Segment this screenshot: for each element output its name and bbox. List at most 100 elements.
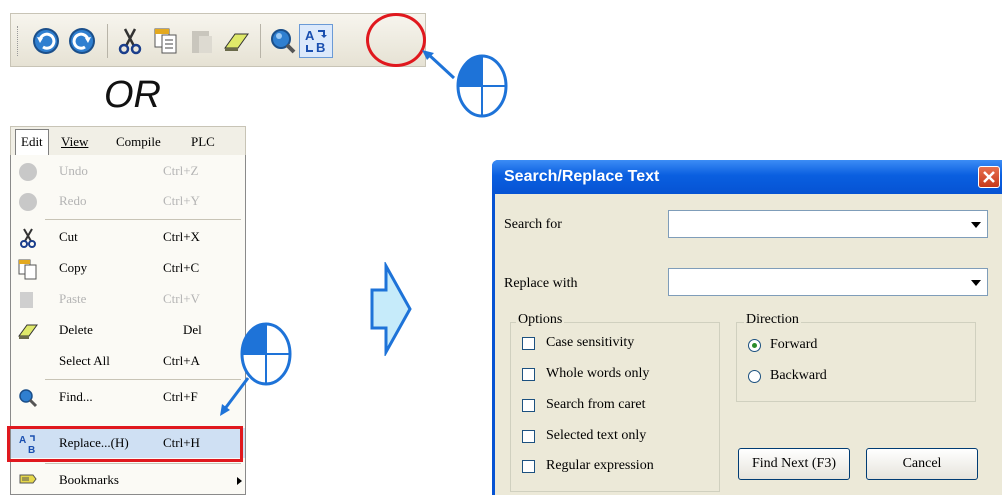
svg-text:B: B [316, 40, 325, 55]
replace-icon: AB [305, 28, 327, 55]
option-label: Search from caret [546, 397, 646, 412]
chevron-down-icon[interactable] [971, 222, 981, 228]
search-for-combobox[interactable] [668, 210, 988, 238]
menu-item-shortcut: Ctrl+A [163, 353, 200, 368]
checkbox[interactable] [522, 430, 535, 443]
bookmarks-icon [19, 474, 37, 484]
menu-item-shortcut: Ctrl+Y [163, 193, 200, 208]
paste-icon [192, 31, 212, 53]
radio-button[interactable] [748, 370, 761, 383]
chevron-down-icon[interactable] [971, 280, 981, 286]
menu-separator [45, 219, 241, 220]
cancel-button[interactable]: Cancel [866, 448, 978, 480]
paste-button[interactable] [185, 24, 219, 58]
checkbox[interactable] [522, 399, 535, 412]
toolbar: AB [10, 13, 426, 67]
menu-edit[interactable]: Edit [15, 129, 49, 156]
replace-with-combobox[interactable] [668, 268, 988, 296]
menu-item-shortcut: Ctrl+F [163, 389, 198, 404]
flow-arrow-icon [370, 262, 412, 356]
replace-highlight-box [7, 426, 243, 462]
checkbox[interactable] [522, 368, 535, 381]
cut-icon [20, 228, 36, 248]
submenu-arrow-icon [237, 477, 242, 485]
copy-button[interactable] [149, 24, 183, 58]
option-case-sensitivity[interactable]: Case sensitivity [522, 335, 712, 355]
menu-item-bookmarks[interactable]: Bookmarks [11, 465, 245, 495]
click-pointer-icon [220, 322, 292, 416]
option-search-from-caret[interactable]: Search from caret [522, 397, 712, 417]
options-group-label: Options [516, 312, 565, 328]
menu-item-shortcut: Ctrl+Z [163, 163, 199, 178]
option-label: Case sensitivity [546, 335, 635, 350]
direction-backward[interactable]: Backward [748, 368, 948, 388]
menu-item-redo[interactable]: Redo Ctrl+Y [11, 186, 245, 216]
menu-item-label: Select All [59, 353, 110, 368]
direction-label: Forward [770, 337, 818, 352]
toolbar-separator [107, 24, 108, 58]
replace-button[interactable]: AB [299, 24, 333, 58]
menu-item-label: Delete [59, 322, 93, 337]
find-next-button[interactable]: Find Next (F3) [738, 448, 850, 480]
menu-item-shortcut: Ctrl+V [163, 291, 200, 306]
svg-text:A: A [305, 28, 315, 43]
menu-item-shortcut: Del [183, 322, 202, 337]
menu-view[interactable]: View [61, 134, 88, 150]
cut-icon [118, 28, 142, 55]
checkbox[interactable] [522, 337, 535, 350]
menu-item-label: Undo [59, 163, 88, 178]
direction-group [736, 322, 976, 402]
option-label: Selected text only [546, 428, 647, 443]
dialog-titlebar[interactable]: Search/Replace Text [492, 160, 1002, 194]
menu-item-select-all[interactable]: Select All Ctrl+A [11, 346, 245, 376]
direction-group-label: Direction [744, 312, 801, 328]
copy-icon [18, 259, 37, 280]
menu-item-copy[interactable]: Copy Ctrl+C [11, 253, 245, 283]
close-button[interactable] [978, 166, 1000, 188]
redo-icon [19, 193, 37, 211]
option-selected-text-only[interactable]: Selected text only [522, 428, 712, 448]
find-icon [19, 389, 38, 408]
or-label: OR [104, 74, 161, 116]
cut-button[interactable] [113, 24, 147, 58]
delete-button[interactable] [219, 24, 253, 58]
dialog-title: Search/Replace Text [504, 168, 660, 185]
replace-with-label: Replace with [504, 276, 578, 291]
find-icon [271, 29, 296, 54]
undo-icon [19, 163, 37, 181]
toolbar-grip[interactable] [17, 26, 21, 56]
find-button[interactable] [266, 24, 300, 58]
copy-icon [154, 28, 177, 54]
menu-item-paste[interactable]: Paste Ctrl+V [11, 284, 245, 314]
menu-item-undo[interactable]: Undo Ctrl+Z [11, 156, 245, 186]
checkbox[interactable] [522, 460, 535, 473]
option-label: Regular expression [546, 458, 654, 473]
menu-item-delete[interactable]: Delete Del [11, 315, 245, 345]
click-pointer-icon [422, 50, 508, 118]
search-for-label: Search for [504, 217, 562, 232]
option-whole-words-only[interactable]: Whole words only [522, 366, 712, 386]
paste-icon [20, 292, 33, 308]
undo-icon [33, 28, 59, 54]
toolbar-separator [260, 24, 261, 58]
direction-forward[interactable]: Forward [748, 337, 948, 357]
undo-button[interactable] [29, 24, 63, 58]
radio-dot [752, 343, 757, 348]
direction-label: Backward [770, 368, 827, 383]
option-regular-expression[interactable]: Regular expression [522, 458, 712, 478]
dialog-content: Search/Replace Text Search for Replace w… [492, 160, 1002, 495]
menu-item-label: Cut [59, 229, 78, 244]
redo-button[interactable] [65, 24, 99, 58]
menubar: Edit View Compile PLC [10, 126, 246, 156]
menu-item-label: Redo [59, 193, 87, 208]
menu-compile[interactable]: Compile [116, 134, 161, 150]
eraser-icon [18, 324, 38, 339]
redo-icon [69, 28, 95, 54]
menu-item-find[interactable]: Find... Ctrl+F [11, 382, 245, 412]
eraser-icon [224, 33, 249, 51]
menu-item-shortcut: Ctrl+X [163, 229, 200, 244]
menu-plc[interactable]: PLC [191, 134, 215, 150]
radio-button[interactable] [748, 339, 761, 352]
option-label: Whole words only [546, 366, 650, 381]
menu-item-cut[interactable]: Cut Ctrl+X [11, 222, 245, 252]
